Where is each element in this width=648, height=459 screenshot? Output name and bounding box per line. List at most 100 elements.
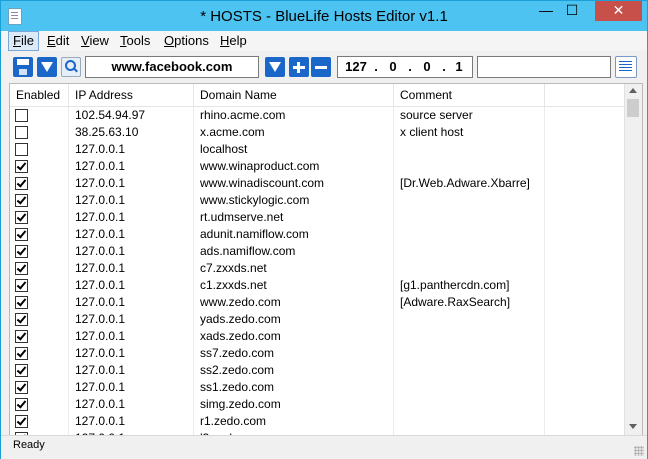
table-row[interactable]: 127.0.0.1 ss7.zedo.com xyxy=(10,345,624,362)
enabled-checkbox[interactable] xyxy=(15,160,28,173)
ip-octet-4[interactable]: 1 xyxy=(448,57,470,77)
table-row[interactable]: 127.0.0.1 c1.zxxds.net [g1.panthercdn.com] xyxy=(10,277,624,294)
ip-cell: 127.0.0.1 xyxy=(75,159,126,173)
comment-cell: [Adware.RaxSearch] xyxy=(400,295,511,309)
enabled-cell xyxy=(10,141,68,158)
table-row[interactable]: 38.25.63.10 x.acme.com x client host xyxy=(10,124,624,141)
menu-tools[interactable]: Tools xyxy=(116,32,154,50)
enabled-cell xyxy=(10,413,68,430)
comment-cell: [Dr.Web.Adware.Xbarre] xyxy=(400,176,530,190)
column-header-comment[interactable]: Comment xyxy=(394,84,545,106)
search-icon[interactable] xyxy=(61,57,81,77)
maximize-button[interactable]: ☐ xyxy=(559,1,585,21)
column-header-domain[interactable]: Domain Name xyxy=(194,84,394,106)
enabled-checkbox[interactable] xyxy=(15,279,28,292)
menu-help[interactable]: Help xyxy=(216,32,251,50)
table-row[interactable]: 127.0.0.1 c7.zxxds.net xyxy=(10,260,624,277)
ip-cell: 127.0.0.1 xyxy=(75,414,126,428)
scroll-thumb[interactable] xyxy=(627,99,639,117)
table-row[interactable]: 127.0.0.1 localhost xyxy=(10,141,624,158)
menu-file[interactable]: File xyxy=(8,31,39,51)
enabled-checkbox[interactable] xyxy=(15,330,28,343)
table-row[interactable]: 127.0.0.1 www.stickylogic.com xyxy=(10,192,624,209)
enabled-cell xyxy=(10,158,68,175)
enabled-checkbox[interactable] xyxy=(15,398,28,411)
domain-cell: yads.zedo.com xyxy=(200,312,281,326)
title-bar[interactable]: * HOSTS - BlueLife Hosts Editor v1.1 — ☐… xyxy=(1,1,647,31)
ip-octet-3[interactable]: 0 xyxy=(416,57,438,77)
table-row[interactable]: 127.0.0.1 rt.udmserve.net xyxy=(10,209,624,226)
domain-input[interactable]: www.facebook.com xyxy=(85,56,259,78)
ip-octet-1[interactable]: 127 xyxy=(342,57,370,77)
column-header-enabled[interactable]: Enabled xyxy=(10,84,69,106)
domain-cell: x.acme.com xyxy=(200,125,265,139)
domain-cell: ss1.zedo.com xyxy=(200,380,275,394)
minimize-button[interactable]: — xyxy=(533,1,559,21)
download-icon[interactable] xyxy=(265,57,285,77)
enabled-cell xyxy=(10,124,68,141)
enabled-checkbox[interactable] xyxy=(15,415,28,428)
comment-cell xyxy=(400,192,542,209)
table-row[interactable]: 127.0.0.1 yads.zedo.com xyxy=(10,311,624,328)
ip-octet-2[interactable]: 0 xyxy=(382,57,404,77)
table-row[interactable]: 127.0.0.1 ads.namiflow.com xyxy=(10,243,624,260)
comment-input[interactable] xyxy=(477,56,611,78)
domain-cell: www.stickylogic.com xyxy=(200,193,310,207)
enabled-checkbox[interactable] xyxy=(15,245,28,258)
domain-cell: www.winaproduct.com xyxy=(200,159,320,173)
enabled-checkbox[interactable] xyxy=(15,313,28,326)
hosts-list[interactable]: Enabled IP Address Domain Name Comment 1… xyxy=(9,83,643,437)
table-row[interactable]: 127.0.0.1 r1.zedo.com xyxy=(10,413,624,430)
column-header-ip[interactable]: IP Address xyxy=(69,84,194,106)
comment-cell xyxy=(400,141,542,158)
table-row[interactable]: 127.0.0.1 simg.zedo.com xyxy=(10,396,624,413)
ip-cell: 127.0.0.1 xyxy=(75,278,126,292)
comment-cell xyxy=(400,260,542,277)
menu-options[interactable]: Options xyxy=(160,32,213,50)
resize-grip-icon[interactable] xyxy=(634,446,644,456)
ip-cell: 127.0.0.1 xyxy=(75,142,126,156)
menu-edit[interactable]: Edit xyxy=(43,32,73,50)
table-row[interactable]: 127.0.0.1 ss2.zedo.com xyxy=(10,362,624,379)
table-row[interactable]: 127.0.0.1 www.winadiscount.com [Dr.Web.Adw… xyxy=(10,175,624,192)
scroll-up-icon[interactable] xyxy=(629,88,637,93)
enabled-cell xyxy=(10,175,68,192)
plus-icon[interactable] xyxy=(289,57,309,77)
enabled-checkbox[interactable] xyxy=(15,194,28,207)
enabled-checkbox[interactable] xyxy=(15,109,28,122)
table-row[interactable]: 127.0.0.1 www.winaproduct.com xyxy=(10,158,624,175)
enabled-checkbox[interactable] xyxy=(15,364,28,377)
domain-cell: adunit.namiflow.com xyxy=(200,227,309,241)
ip-cell: 127.0.0.1 xyxy=(75,363,126,377)
table-row[interactable]: 102.54.94.97 rhino.acme.com source server xyxy=(10,107,624,124)
enabled-checkbox[interactable] xyxy=(15,296,28,309)
status-text: Ready xyxy=(13,439,45,451)
enabled-checkbox[interactable] xyxy=(15,126,28,139)
enabled-checkbox[interactable] xyxy=(15,211,28,224)
close-button[interactable]: ✕ xyxy=(595,1,642,21)
enabled-checkbox[interactable] xyxy=(15,177,28,190)
table-row[interactable]: 127.0.0.1 www.zedo.com [Adware.RaxSearch] xyxy=(10,294,624,311)
enabled-checkbox[interactable] xyxy=(15,228,28,241)
table-row[interactable]: 127.0.0.1 adunit.namiflow.com xyxy=(10,226,624,243)
menu-view[interactable]: View xyxy=(77,32,113,50)
app-window: * HOSTS - BlueLife Hosts Editor v1.1 — ☐… xyxy=(0,0,648,459)
table-row[interactable]: 127.0.0.1 xads.zedo.com xyxy=(10,328,624,345)
comment-cell xyxy=(400,362,542,379)
list-icon[interactable] xyxy=(615,56,637,78)
enabled-checkbox[interactable] xyxy=(15,381,28,394)
comment-cell xyxy=(400,311,542,328)
ip-address-input[interactable]: 127 . 0 . 0 . 1 xyxy=(337,56,473,78)
vertical-scrollbar[interactable] xyxy=(624,84,642,436)
table-row[interactable]: 127.0.0.1 ss1.zedo.com xyxy=(10,379,624,396)
comment-cell xyxy=(400,328,542,345)
ip-dot: . xyxy=(442,59,446,74)
enabled-checkbox[interactable] xyxy=(15,143,28,156)
ip-cell: 127.0.0.1 xyxy=(75,312,126,326)
save-icon[interactable] xyxy=(13,57,33,77)
minus-icon[interactable] xyxy=(311,57,331,77)
enabled-checkbox[interactable] xyxy=(15,347,28,360)
scroll-down-icon[interactable] xyxy=(629,424,637,429)
enabled-checkbox[interactable] xyxy=(15,262,28,275)
download-icon[interactable] xyxy=(37,57,57,77)
